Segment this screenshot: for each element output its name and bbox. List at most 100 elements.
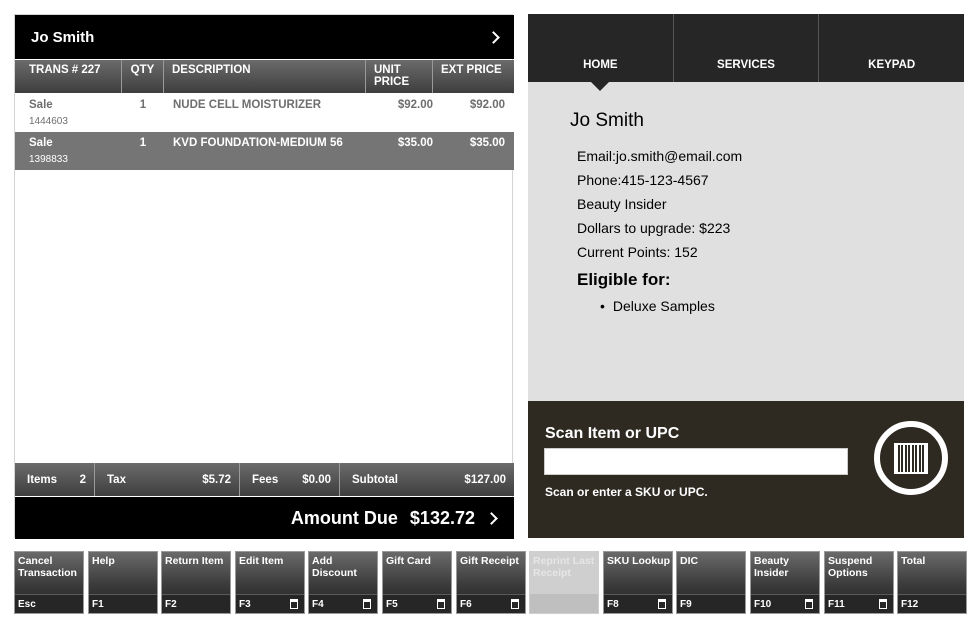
- header-trans: TRANS # 227: [15, 60, 122, 93]
- trash-icon: [511, 599, 519, 609]
- row-type: Sale: [29, 99, 53, 111]
- row-sku: 1398833: [29, 154, 68, 165]
- header-ext-price: EXT PRICE: [441, 64, 502, 76]
- tax-total: Tax $5.72: [95, 463, 240, 496]
- customer-panel: HOME SERVICES KEYPAD Jo Smith Email:jo.s…: [528, 14, 964, 538]
- table-row-selected[interactable]: Sale 1398833 1 KVD FOUNDATION-MEDIUM 56 …: [15, 132, 514, 170]
- barcode-icon: [896, 445, 926, 472]
- fkey-label: Help: [92, 555, 115, 567]
- row-ext-price: $35.00: [469, 137, 505, 149]
- row-type: Sale: [29, 137, 53, 149]
- row-sku: 1444603: [29, 116, 68, 127]
- eligible-item: Deluxe Samples: [600, 294, 742, 318]
- header-qty: QTY: [122, 60, 164, 93]
- fkey-label: SKU Lookup: [607, 555, 670, 567]
- tab-services[interactable]: SERVICES: [674, 14, 820, 82]
- fkey-label: Edit Item: [239, 555, 284, 567]
- beauty-insider-button[interactable]: Beauty Insider F10: [750, 551, 820, 614]
- trash-icon: [805, 599, 813, 609]
- tab-keypad[interactable]: KEYPAD: [819, 14, 964, 82]
- fkey-label: Cancel Transaction: [18, 555, 77, 579]
- row-qty: 1: [139, 99, 147, 111]
- total-button[interactable]: Total F12: [897, 551, 967, 614]
- suspend-options-button[interactable]: Suspend Options F11: [824, 551, 894, 614]
- profile-upgrade: Dollars to upgrade: $223: [577, 220, 731, 236]
- trash-icon: [879, 599, 887, 609]
- trash-icon: [290, 599, 298, 609]
- customer-bar[interactable]: Jo Smith: [15, 15, 514, 59]
- profile-tier: Beauty Insider: [577, 196, 667, 212]
- fkey-shortcut: Esc: [15, 594, 83, 613]
- tab-services-label: SERVICES: [717, 59, 775, 71]
- gift-card-button[interactable]: Gift Card F5: [382, 551, 452, 614]
- subtotal-label: Subtotal: [352, 473, 398, 486]
- tab-home[interactable]: HOME: [528, 14, 674, 91]
- edit-item-button[interactable]: Edit Item F3: [235, 551, 305, 614]
- reprint-last-receipt-button: Reprint Last Receipt: [529, 551, 599, 614]
- header-description: DESCRIPTION: [164, 60, 366, 93]
- scan-title: Scan Item or UPC: [545, 425, 680, 442]
- amount-due-button[interactable]: Amount Due $132.72: [15, 497, 514, 539]
- chevron-right-icon: [487, 30, 500, 44]
- fkey-label: Add Discount: [312, 555, 357, 579]
- return-item-button[interactable]: Return Item F2: [161, 551, 231, 614]
- row-unit-price: $35.00: [397, 137, 433, 149]
- row-unit-price: $92.00: [397, 99, 433, 111]
- fkey-label: Total: [901, 555, 926, 567]
- row-description: NUDE CELL MOISTURIZER: [173, 99, 322, 111]
- barcode-scan-button[interactable]: [874, 421, 948, 495]
- trash-icon: [363, 599, 371, 609]
- amount-due-label: Amount Due: [290, 507, 398, 528]
- profile-name: Jo Smith: [570, 110, 644, 131]
- profile-email: Email:jo.smith@email.com: [577, 148, 743, 164]
- fkey-label: Gift Receipt: [460, 555, 519, 567]
- tab-home-label: HOME: [583, 59, 618, 71]
- items-count: Items 2: [15, 463, 95, 496]
- header-unit-price: UNIT PRICE: [366, 60, 433, 93]
- tab-bar: HOME SERVICES KEYPAD: [528, 14, 964, 91]
- amount-due-value: $132.72: [409, 507, 475, 528]
- fkey-label: Return Item: [165, 555, 224, 567]
- dic-button[interactable]: DIC F9: [676, 551, 746, 614]
- fkey-shortcut: F9: [677, 594, 745, 613]
- fkey-label: Beauty Insider: [754, 555, 790, 579]
- fkey-label: Gift Card: [386, 555, 431, 567]
- gift-receipt-button[interactable]: Gift Receipt F6: [456, 551, 526, 614]
- profile-points: Current Points: 152: [577, 244, 698, 260]
- sku-lookup-button[interactable]: SKU Lookup F8: [603, 551, 673, 614]
- table-row[interactable]: Sale 1444603 1 NUDE CELL MOISTURIZER $92…: [15, 94, 514, 132]
- scan-hint: Scan or enter a SKU or UPC.: [545, 485, 708, 499]
- fkey-shortcut: F1: [89, 594, 157, 613]
- customer-name: Jo Smith: [31, 28, 95, 46]
- add-discount-button[interactable]: Add Discount F4: [308, 551, 378, 614]
- fkey-label: DIC: [680, 555, 699, 567]
- row-description: KVD FOUNDATION-MEDIUM 56: [173, 137, 343, 149]
- items-value: 2: [79, 473, 86, 486]
- fkey-label: Suspend Options: [828, 555, 873, 579]
- eligible-title: Eligible for:: [577, 270, 671, 289]
- scan-input[interactable]: [544, 448, 848, 475]
- subtotal-value: $127.00: [464, 473, 506, 486]
- items-label: Items: [27, 473, 58, 486]
- totals-bar: Items 2 Tax $5.72 Fees $0.00 Subtotal $1…: [15, 463, 514, 496]
- trash-icon: [658, 599, 666, 609]
- cancel-transaction-button[interactable]: Cancel Transaction Esc: [14, 551, 84, 614]
- scan-section: Scan Item or UPC Scan or enter a SKU or …: [528, 401, 964, 538]
- customer-profile: Jo Smith Email:jo.smith@email.com Phone:…: [570, 110, 742, 318]
- fkey-shortcut: [530, 594, 598, 613]
- tab-keypad-label: KEYPAD: [868, 59, 916, 71]
- tax-value: $5.72: [202, 473, 231, 486]
- row-ext-price: $92.00: [469, 99, 505, 111]
- function-keys-bar: Cancel Transaction Esc Help F1 Return Item F2…: [14, 551, 967, 614]
- trash-icon: [437, 599, 445, 609]
- active-tab-indicator: [591, 82, 610, 91]
- chevron-right-icon: [485, 511, 498, 525]
- fkey-shortcut: F2: [162, 594, 230, 613]
- profile-phone: Phone:415-123-4567: [577, 172, 709, 188]
- row-qty: 1: [139, 137, 147, 149]
- help-button[interactable]: Help F1: [88, 551, 158, 614]
- tax-label: Tax: [107, 473, 126, 486]
- transaction-panel: Jo Smith TRANS # 227 QTY DESCRIPTION UNI…: [14, 14, 514, 539]
- fees-value: $0.00: [302, 473, 331, 486]
- fkey-shortcut: F12: [898, 594, 966, 613]
